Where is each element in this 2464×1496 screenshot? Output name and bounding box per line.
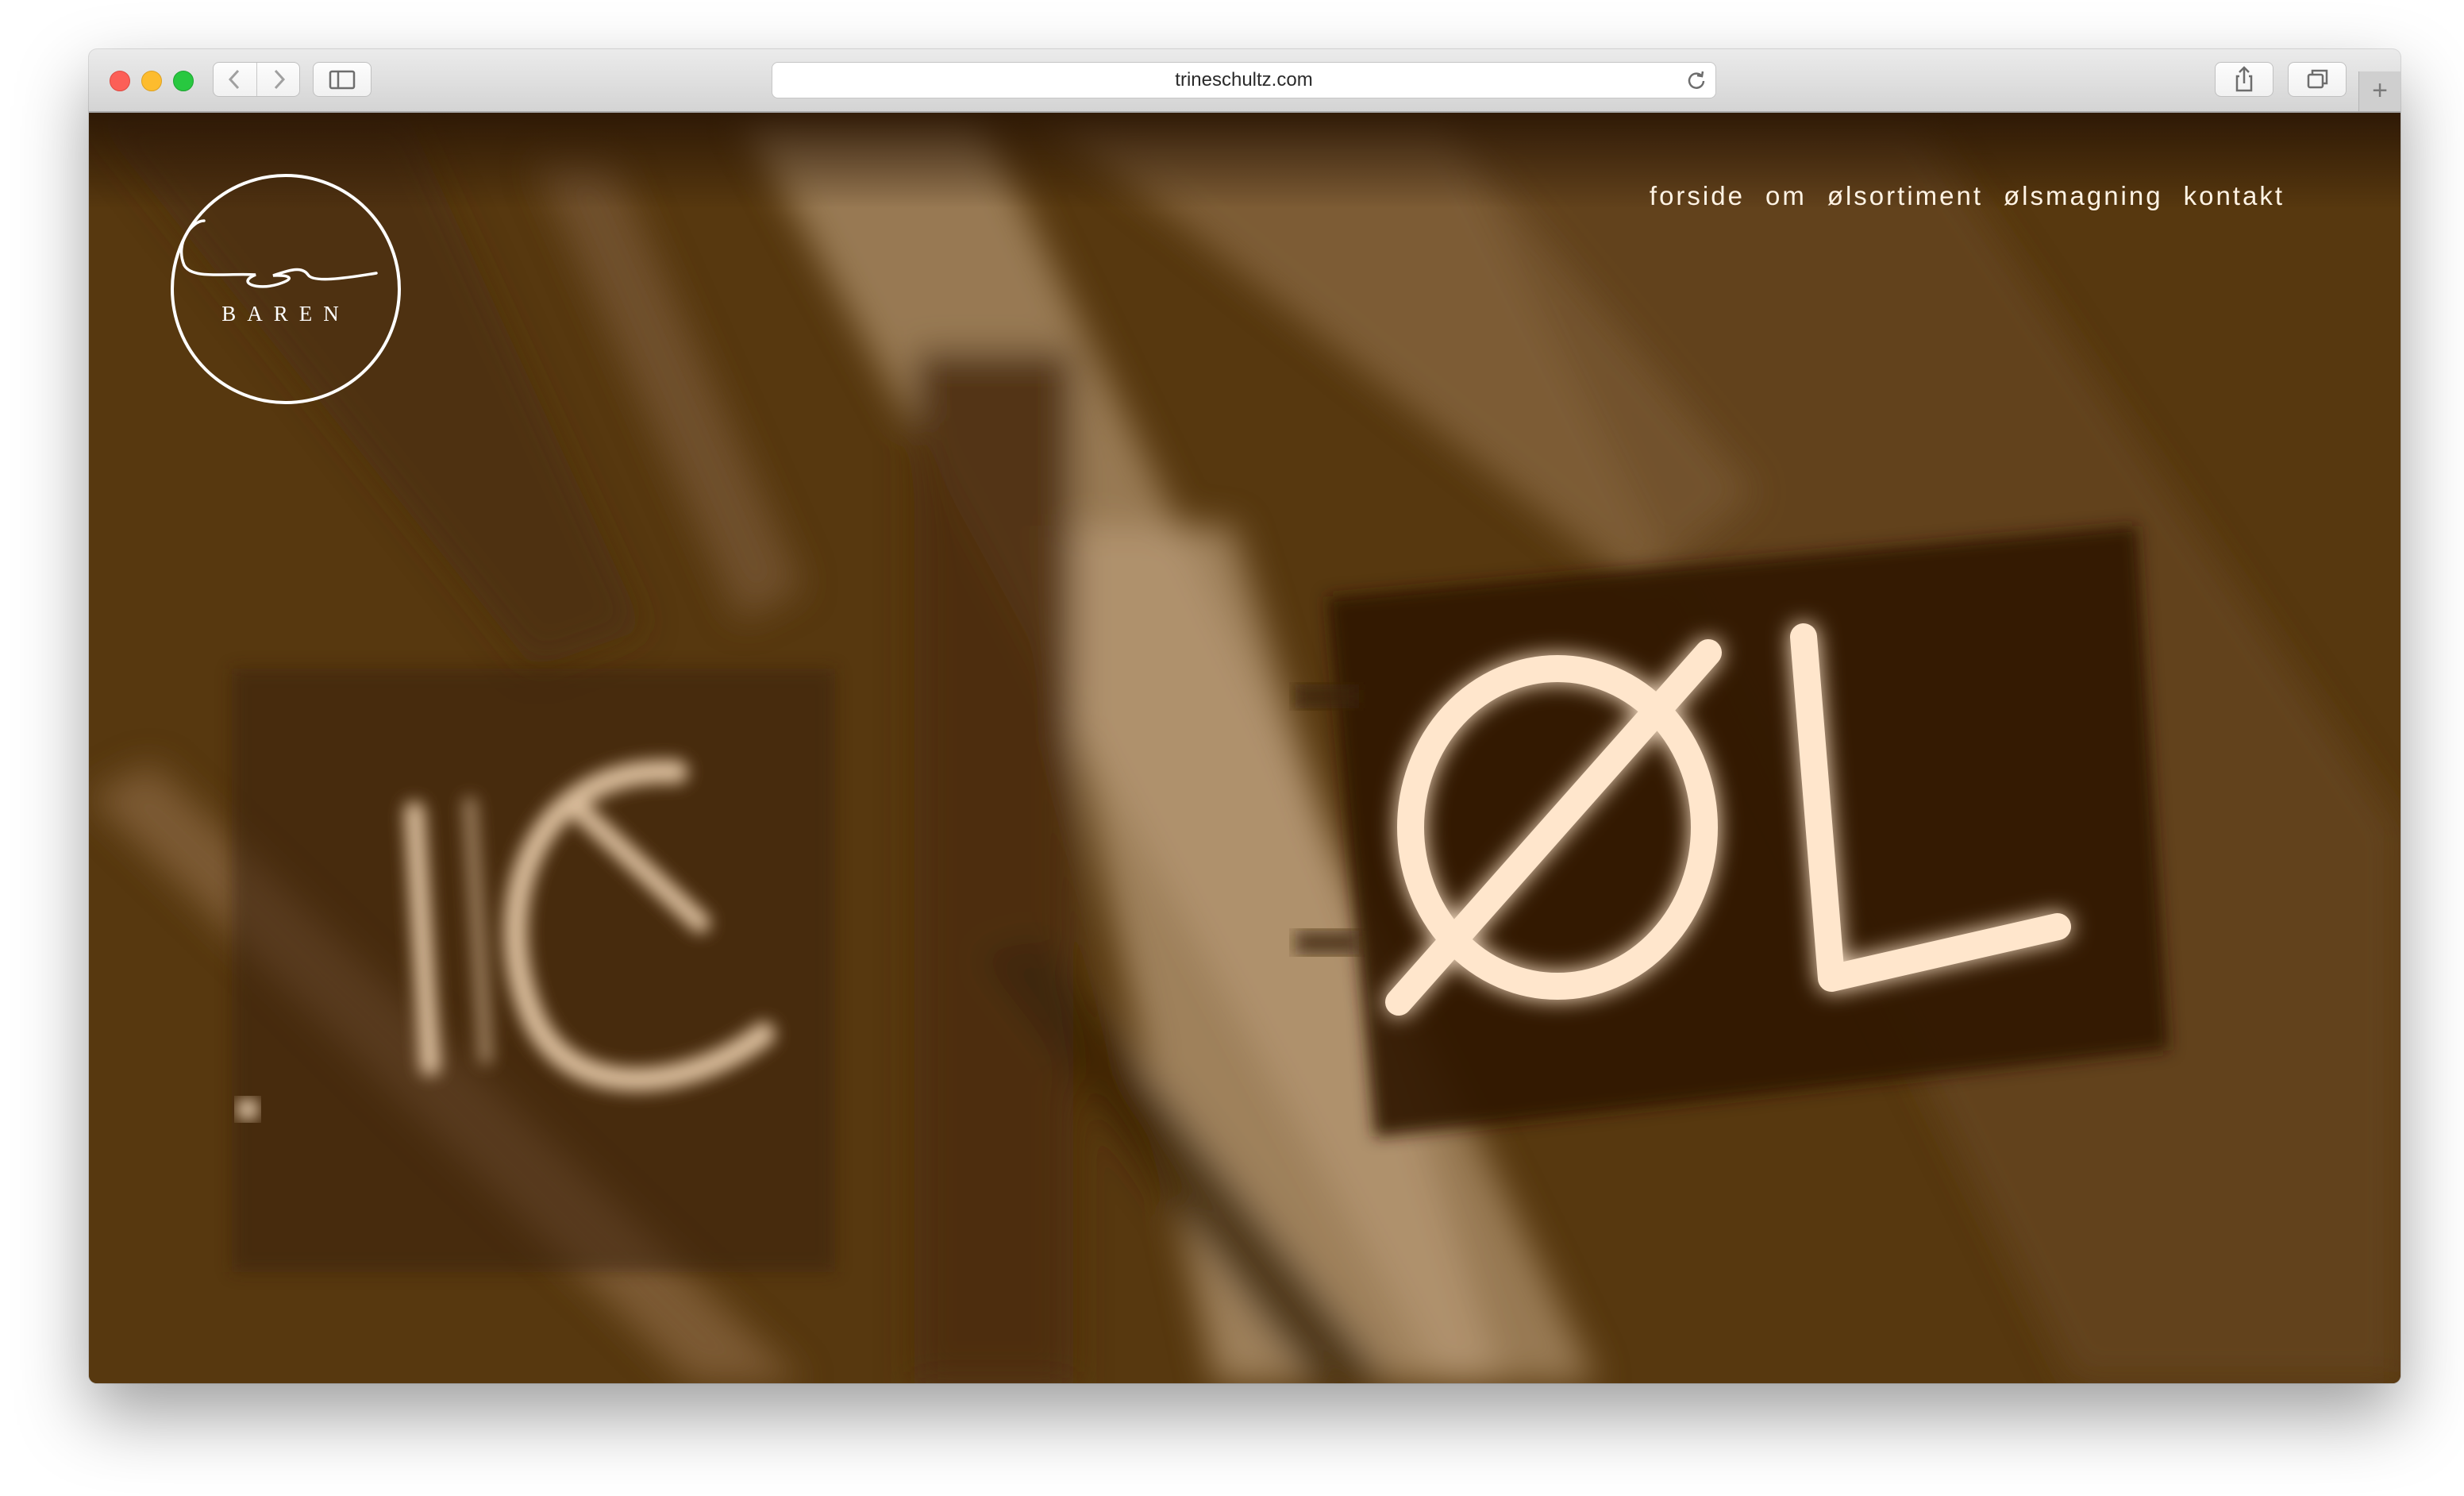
share-button[interactable]: [2215, 62, 2273, 97]
new-tab-button[interactable]: +: [2358, 71, 2400, 111]
address-bar[interactable]: trineschultz.com: [772, 62, 1716, 98]
nav-om[interactable]: om: [1765, 181, 1807, 211]
page-content: BAREN forside om ølsortiment ølsmagning …: [89, 113, 2400, 1383]
zoom-window-button[interactable]: [173, 71, 194, 91]
baren-logo[interactable]: BAREN: [168, 172, 403, 407]
reload-icon[interactable]: [1685, 69, 1707, 91]
nav-kontakt[interactable]: kontakt: [2184, 181, 2285, 211]
logo-text: BAREN: [221, 302, 350, 326]
back-button[interactable]: [214, 63, 257, 96]
tabs-overview-button[interactable]: [2288, 62, 2347, 97]
browser-window: trineschultz.com + BAREN forside om ølso…: [89, 49, 2400, 1383]
minimize-window-button[interactable]: [141, 71, 162, 91]
tabs-icon: [2307, 69, 2328, 89]
chevron-left-icon: [228, 69, 240, 90]
nav-olsmagning[interactable]: ølsmagning: [2004, 181, 2163, 211]
address-url[interactable]: trineschultz.com: [772, 63, 1715, 98]
plus-icon: +: [2372, 75, 2388, 106]
hero-photo: [89, 113, 2400, 1383]
browser-toolbar: trineschultz.com +: [89, 49, 2400, 113]
main-nav: forside om ølsortiment ølsmagning kontak…: [1650, 181, 2285, 211]
nav-olsortiment[interactable]: ølsortiment: [1827, 181, 1983, 211]
forward-button[interactable]: [257, 63, 299, 96]
sidebar-icon: [329, 70, 356, 90]
nav-forside[interactable]: forside: [1650, 181, 1745, 211]
chevron-right-icon: [274, 69, 286, 90]
share-icon: [2235, 66, 2253, 92]
history-nav: [213, 62, 300, 97]
sidebar-toggle-button[interactable]: [313, 62, 372, 97]
close-window-button[interactable]: [110, 71, 130, 91]
